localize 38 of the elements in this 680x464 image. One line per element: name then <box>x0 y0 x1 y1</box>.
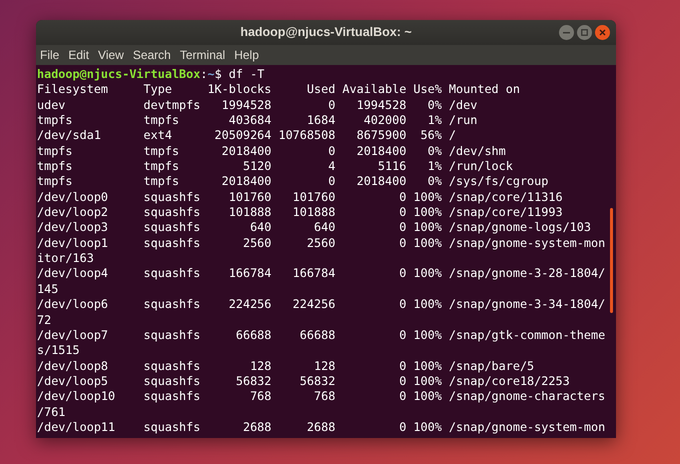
output-line: /dev/loop4 squashfs 166784 166784 0 100% /snap/gnome-3-28-1804/ <box>37 266 606 282</box>
output-line: /dev/loop1 squashfs 2560 2560 0 100% /snap/gnome-system-mon <box>37 236 606 252</box>
menu-item[interactable]: View <box>98 46 124 64</box>
output-line: Filesystem Type 1K-blocks Used Available Use% Mounted on <box>37 82 520 98</box>
output-line: tmpfs tmpfs 2018400 0 2018400 0% /dev/shm <box>37 144 506 160</box>
output-line: /dev/loop3 squashfs 640 640 0 100% /snap/gnome-logs/103 <box>37 220 591 236</box>
maximize-button[interactable] <box>577 25 592 40</box>
output-line: udev devtmpfs 1994528 0 1994528 0% /dev <box>37 98 478 114</box>
output-line: 145 <box>37 282 58 298</box>
output-line: /dev/loop5 squashfs 56832 56832 0 100% /snap/core18/2253 <box>37 374 570 390</box>
window-title: hadoop@njucs-VirtualBox: ~ <box>240 24 412 42</box>
output-line: /dev/loop6 squashfs 224256 224256 0 100% /snap/gnome-3-34-1804/ <box>37 297 606 312</box>
menu-item[interactable]: Edit <box>68 46 90 64</box>
output-line: tmpfs tmpfs 403684 1684 402000 1% /run <box>37 113 478 128</box>
menu-item[interactable]: Search <box>132 46 171 64</box>
menu-item[interactable]: Help <box>234 46 259 64</box>
output-line: tmpfs tmpfs 2018400 0 2018400 0% /sys/fs/cgroup <box>37 174 548 190</box>
close-button[interactable] <box>595 25 610 40</box>
output-line: /dev/loop10 squashfs 768 768 0 100% /snap/gnome-characters <box>37 389 606 405</box>
output-line: /dev/loop0 squashfs 101760 101760 0 100% /snap/core/11316 <box>37 190 563 206</box>
output-line: tmpfs tmpfs 5120 4 5116 1% /run/lock <box>37 159 513 174</box>
output-line: itor/163 <box>37 251 94 266</box>
output-line: /761 <box>37 404 66 420</box>
minimize-icon <box>563 32 570 34</box>
minimize-button[interactable] <box>559 25 574 40</box>
output-line: /dev/loop2 squashfs 101888 101888 0 100% /snap/core/11993 <box>37 205 563 220</box>
output-line: s/1515 <box>37 343 80 359</box>
menu-item[interactable]: Terminal <box>180 46 226 64</box>
output-line: /dev/loop7 squashfs 66688 66688 0 100% /snap/gtk-common-theme <box>37 328 606 344</box>
output-line: /dev/loop11 squashfs 2688 2688 0 100% /snap/gnome-system-mon <box>37 420 606 436</box>
scrollbar-thumb[interactable] <box>610 208 613 313</box>
output-line: /dev/sda1 ext4 20509264 10768508 8675900 56% / <box>37 128 456 144</box>
close-icon <box>599 29 606 36</box>
output-line: 72 <box>37 312 52 328</box>
output-line: /dev/loop8 squashfs 128 128 0 100% /snap/bare/5 <box>37 358 534 374</box>
maximize-icon <box>581 29 588 36</box>
prompt-line: hadoop@njucs-VirtualBox:~$ df -T <box>37 67 264 82</box>
menu-item[interactable]: File <box>40 46 60 64</box>
